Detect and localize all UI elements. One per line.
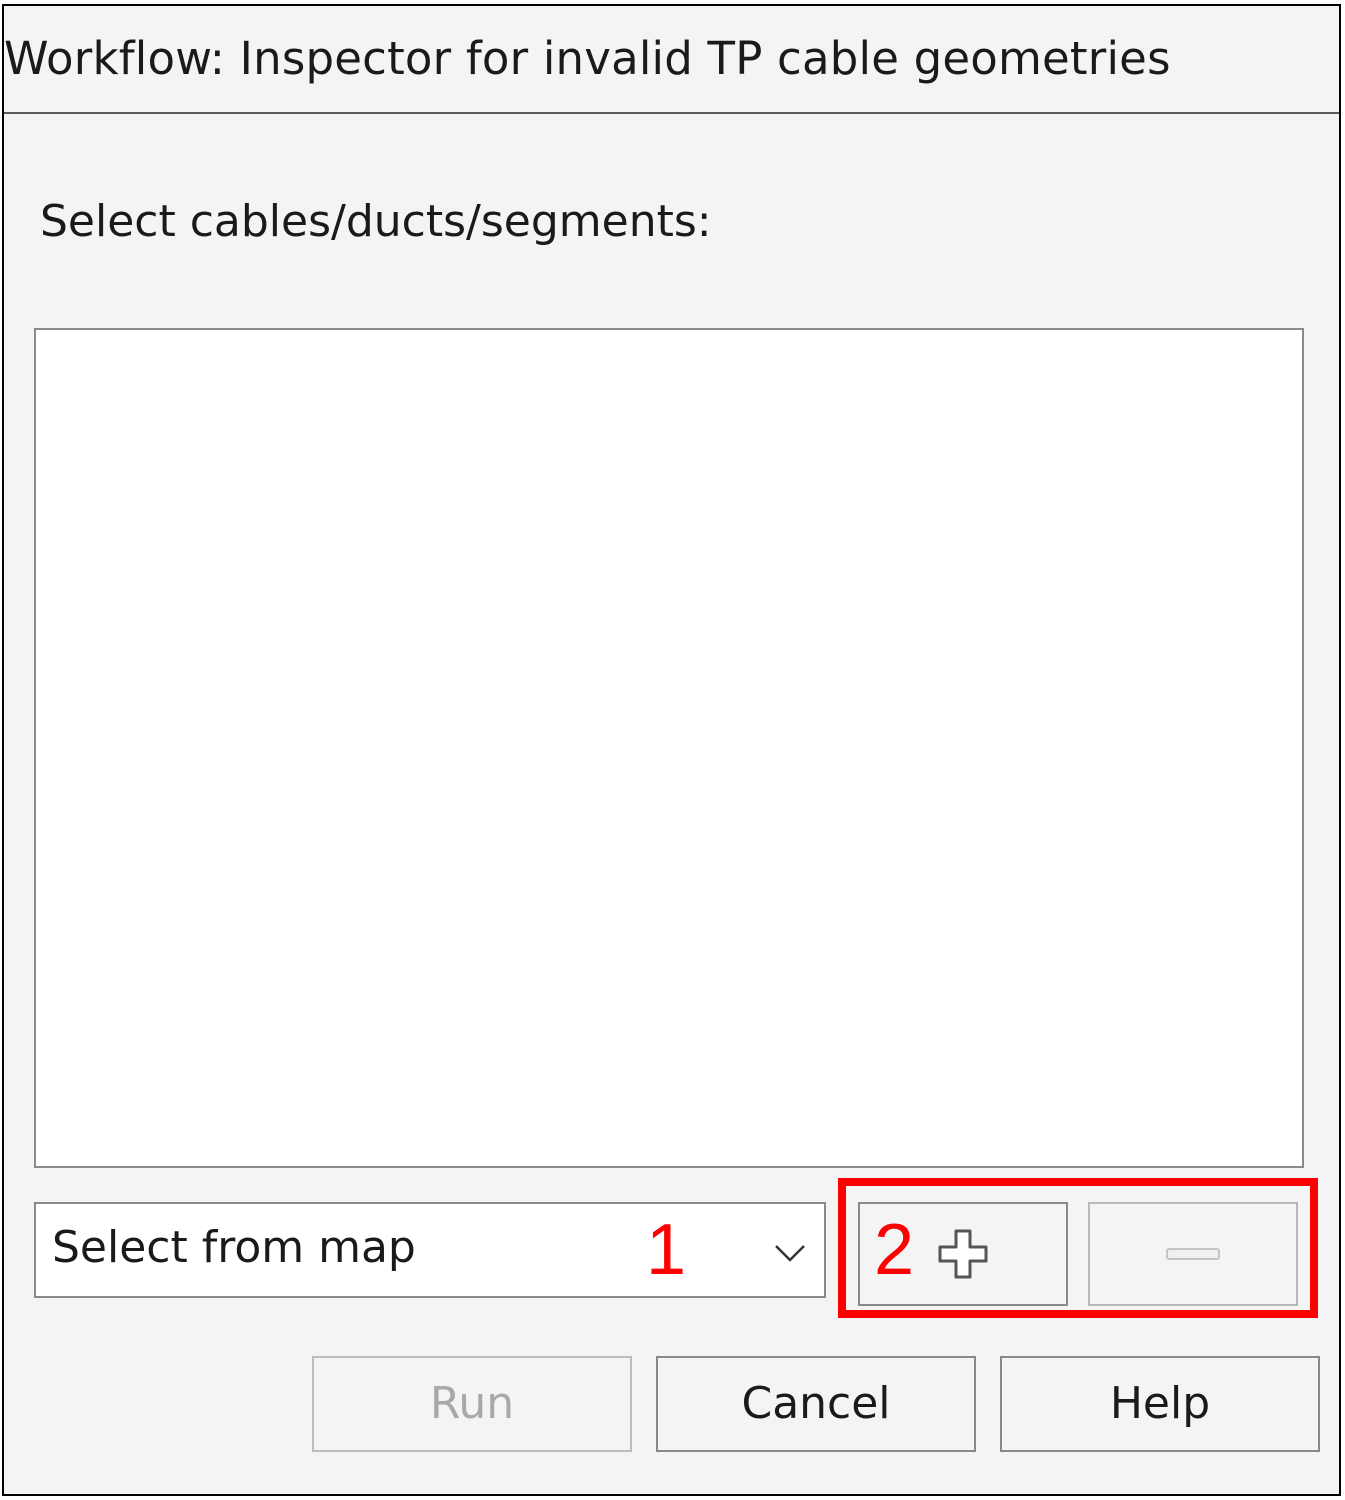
dialog-title: Workflow: Inspector for invalid TP cable… (4, 32, 1171, 85)
run-button[interactable]: Run (312, 1356, 632, 1452)
workflow-dialog: Workflow: Inspector for invalid TP cable… (2, 4, 1341, 1496)
minus-icon (1166, 1248, 1220, 1260)
cancel-button[interactable]: Cancel (656, 1356, 976, 1452)
chevron-down-icon (775, 1245, 805, 1262)
select-method-value: Select from map (52, 1222, 416, 1273)
annotation-marker-1: 1 (646, 1210, 687, 1290)
section-label: Select cables/ducts/segments: (40, 196, 712, 247)
title-bar: Workflow: Inspector for invalid TP cable… (4, 6, 1339, 114)
select-method-dropdown[interactable]: Select from map (34, 1202, 826, 1298)
selection-list[interactable] (34, 328, 1304, 1168)
remove-button[interactable] (1088, 1202, 1298, 1306)
annotation-marker-2: 2 (874, 1210, 915, 1290)
help-button[interactable]: Help (1000, 1356, 1320, 1452)
plus-icon (938, 1229, 988, 1279)
